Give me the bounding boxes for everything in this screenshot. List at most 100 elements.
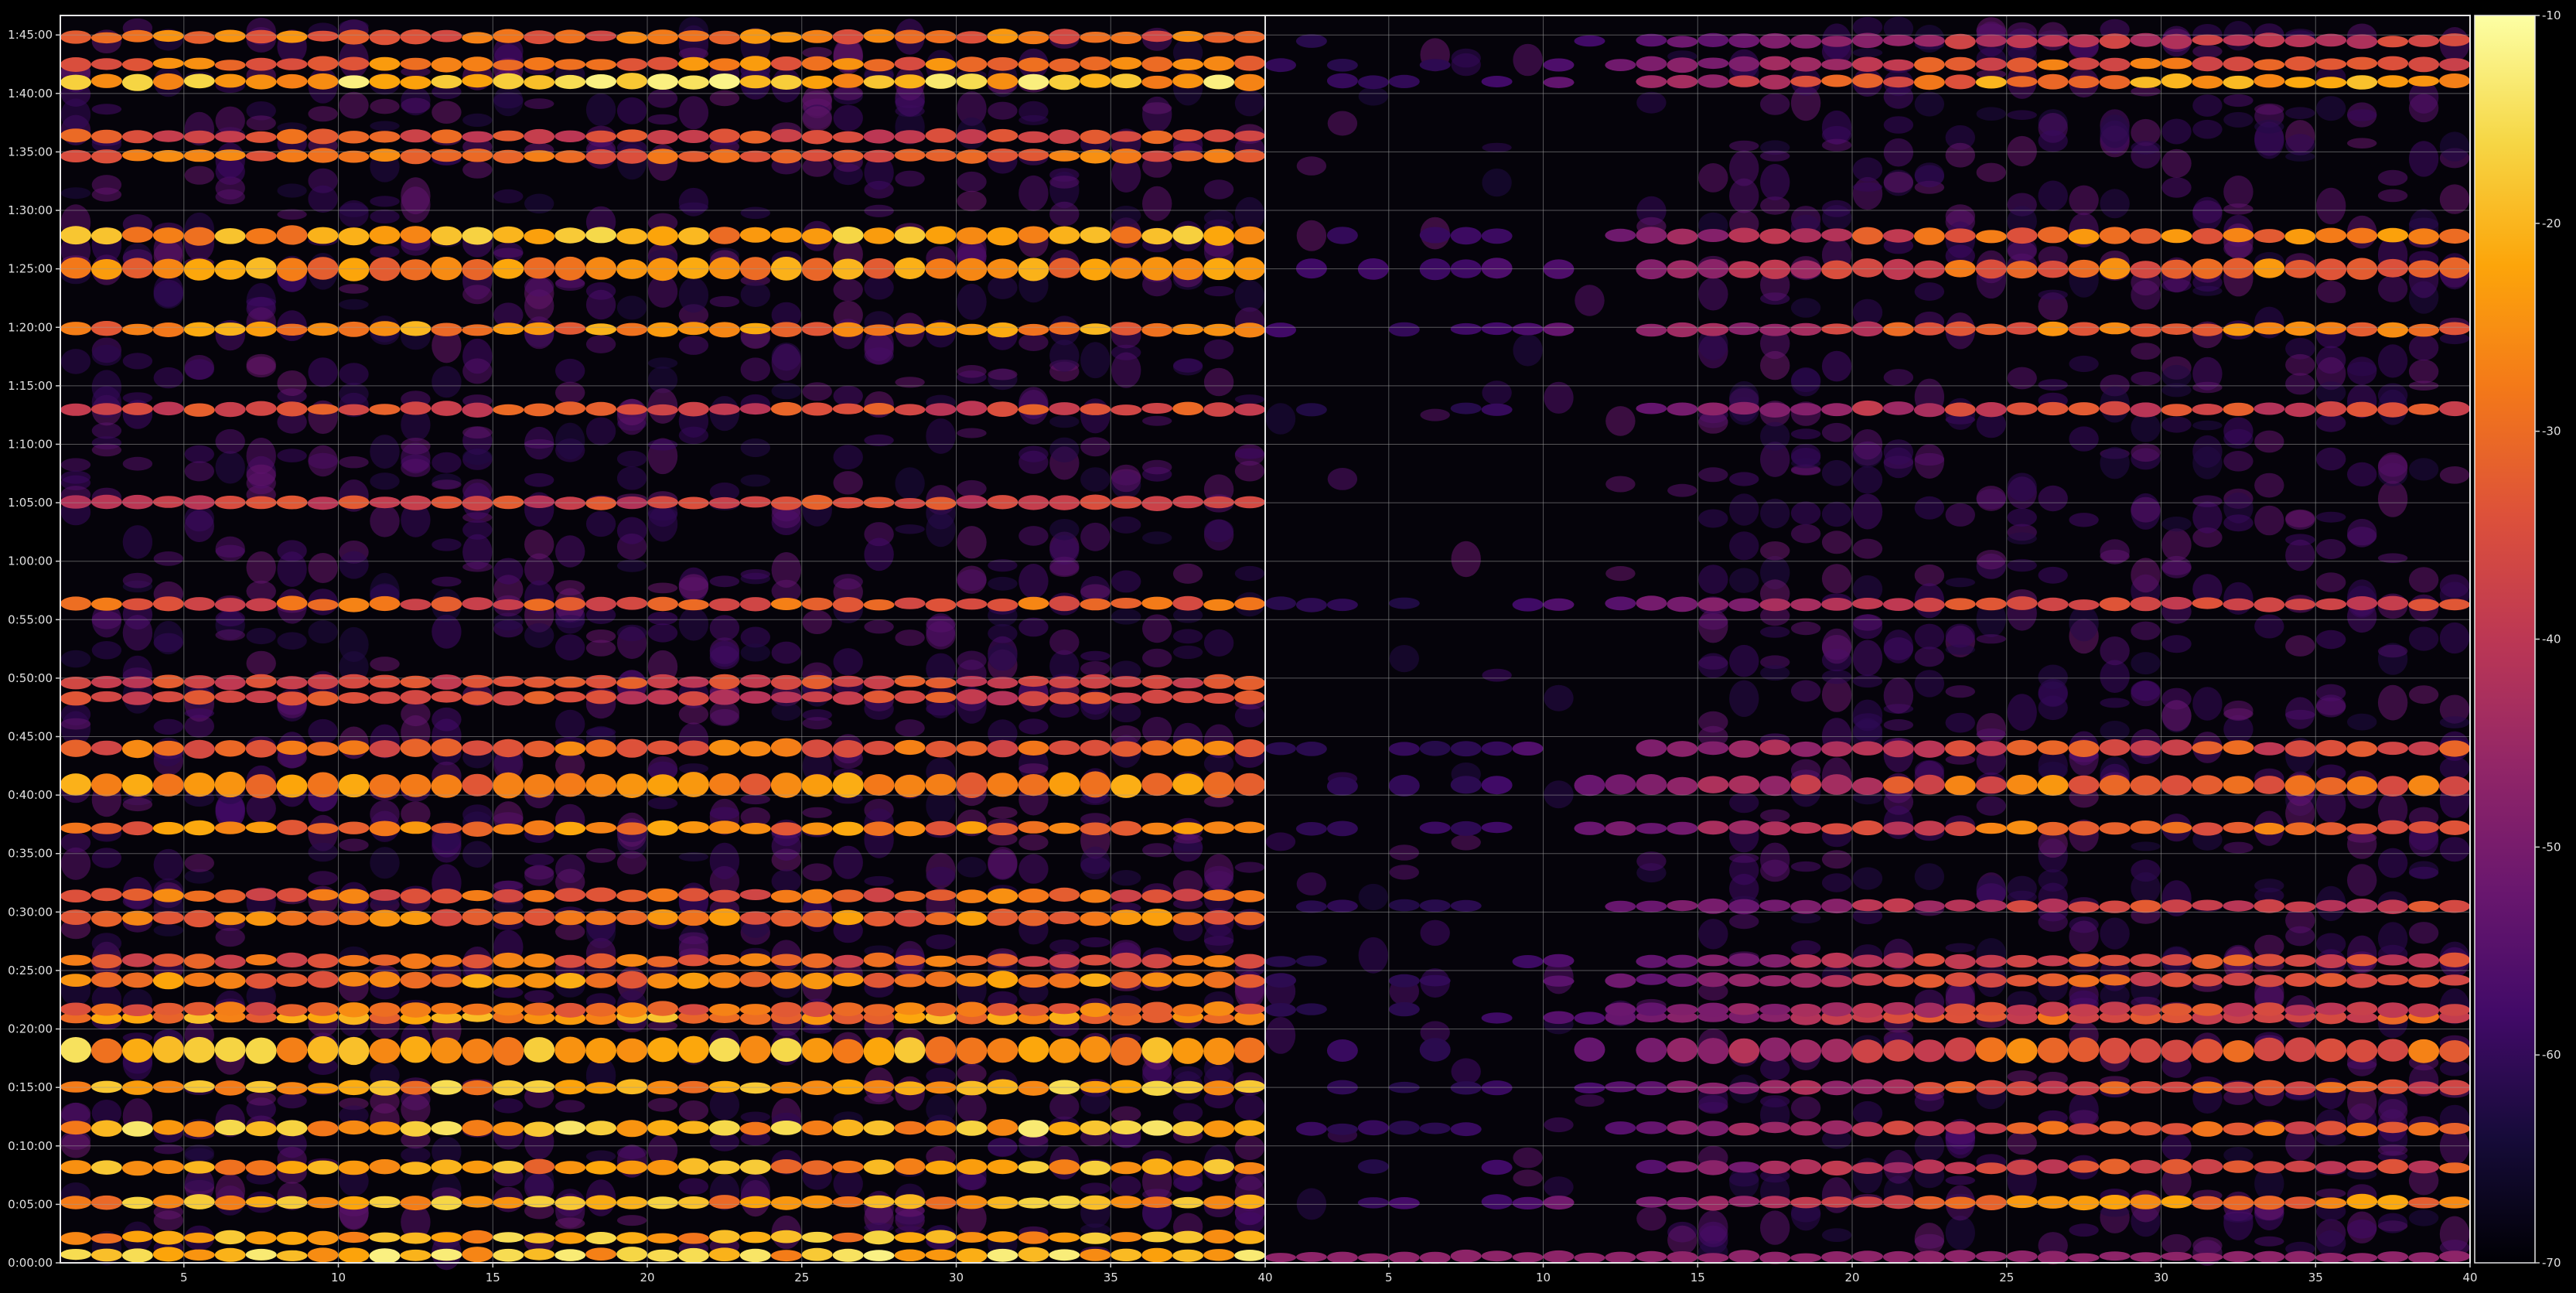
heatmap-cell <box>554 741 586 756</box>
heatmap-cell <box>987 1038 1018 1063</box>
heatmap-cell <box>1111 226 1142 244</box>
heatmap-cell <box>2346 741 2378 757</box>
heatmap-cell <box>1203 1230 1235 1244</box>
heatmap-cell <box>2285 373 2315 395</box>
heatmap-cell <box>2037 59 2069 70</box>
heatmap-cell <box>2223 258 2254 279</box>
heatmap-cell <box>2439 401 2470 417</box>
heatmap-cell <box>524 691 555 704</box>
heatmap-cell <box>1049 740 1080 756</box>
heatmap-cell <box>276 73 308 89</box>
heatmap-cell <box>1326 73 1358 89</box>
heatmap-cell <box>2439 1250 2470 1262</box>
heatmap-cell <box>1419 974 1451 987</box>
heatmap-cell <box>338 150 370 163</box>
heatmap-cell <box>1265 1017 1296 1054</box>
heatmap-cell <box>1450 322 1482 335</box>
heatmap-cell <box>493 1002 524 1016</box>
heatmap-cell <box>2007 1131 2037 1155</box>
heatmap-cell <box>524 57 555 70</box>
heatmap-cell <box>493 880 524 891</box>
heatmap-cell <box>524 889 555 902</box>
heatmap-cell <box>2408 1209 2439 1226</box>
heatmap-cell <box>863 741 895 756</box>
heatmap-cell <box>1790 621 1821 636</box>
heatmap-cell <box>2161 404 2192 417</box>
heatmap-cell <box>616 322 648 336</box>
heatmap-cell <box>307 257 339 280</box>
heatmap-cell <box>894 1121 926 1135</box>
heatmap-cell <box>1575 285 1605 316</box>
heatmap-cell <box>2037 1196 2069 1209</box>
heatmap-cell <box>2346 899 2378 913</box>
heatmap-cell <box>2439 1004 2470 1016</box>
heatmap-cell <box>1944 1250 1976 1263</box>
heatmap-cell <box>2037 1001 2069 1017</box>
heatmap-cell <box>401 459 431 477</box>
heatmap-cell <box>988 643 1018 671</box>
heatmap-cell <box>616 739 648 758</box>
heatmap-cell <box>152 1230 184 1245</box>
heatmap-cell <box>987 495 1018 510</box>
heatmap-cell <box>740 357 770 382</box>
heatmap-cell <box>2006 954 2038 968</box>
heatmap-cell <box>183 1080 215 1093</box>
heatmap-cell <box>1388 1121 1420 1135</box>
heatmap-cell <box>1790 954 1822 968</box>
heatmap-cell <box>369 1080 401 1096</box>
heatmap-cell <box>770 598 802 610</box>
heatmap-cell <box>1203 367 1234 397</box>
heatmap-cell <box>2130 323 2161 337</box>
heatmap-cell <box>1018 617 1049 637</box>
heatmap-cell <box>832 1232 864 1243</box>
heatmap-cell <box>2069 355 2099 373</box>
heatmap-cell <box>555 381 585 404</box>
heatmap-cell <box>1790 403 1822 416</box>
heatmap-cell <box>832 1119 864 1137</box>
heatmap-cell <box>585 629 616 643</box>
heatmap-cell <box>956 258 988 281</box>
heatmap-cell <box>1790 443 1821 467</box>
heatmap-cell <box>647 258 678 281</box>
heatmap-cell <box>308 718 338 744</box>
heatmap-cell <box>1141 909 1173 926</box>
heatmap-cell <box>1049 556 1080 576</box>
heatmap-cell <box>616 954 648 967</box>
heatmap-cell <box>1976 796 2006 816</box>
heatmap-cell <box>493 322 524 335</box>
heatmap-cell <box>307 910 339 926</box>
heatmap-cell <box>1080 403 1111 415</box>
heatmap-cell <box>2192 404 2223 415</box>
heatmap-cell <box>987 227 1018 246</box>
heatmap-cell <box>1975 76 2007 89</box>
heatmap-cell <box>1636 259 1667 280</box>
heatmap-cell <box>400 259 432 281</box>
heatmap-cell <box>1512 1196 1544 1209</box>
x-tick-label: 30 <box>949 1271 964 1284</box>
heatmap-cell <box>2315 58 2347 70</box>
heatmap-cell <box>369 131 401 143</box>
heatmap-cell <box>308 357 338 387</box>
heatmap-cell <box>1636 91 1667 114</box>
heatmap-cell <box>1049 226 1080 244</box>
heatmap-cell <box>2130 1159 2161 1174</box>
heatmap-cell <box>1729 1172 1759 1187</box>
heatmap-cell <box>214 954 246 969</box>
heatmap-cell <box>2315 954 2347 968</box>
heatmap-cell <box>90 1233 122 1244</box>
heatmap-cell <box>2006 739 2038 756</box>
heatmap-cell <box>677 1035 709 1063</box>
heatmap-cell <box>771 831 801 861</box>
heatmap-cell <box>770 32 802 43</box>
heatmap-cell <box>677 227 709 245</box>
heatmap-cell <box>2099 1158 2131 1175</box>
heatmap-cell <box>2377 402 2409 418</box>
heatmap-cell <box>121 58 153 71</box>
heatmap-cell <box>1234 1162 1265 1175</box>
heatmap-cell <box>1265 742 1296 756</box>
heatmap-cell <box>493 1232 524 1243</box>
heatmap-cell <box>214 771 246 798</box>
heatmap-cell <box>1605 1121 1636 1135</box>
heatmap-cell <box>2347 361 2377 377</box>
heatmap-cell <box>894 821 926 837</box>
